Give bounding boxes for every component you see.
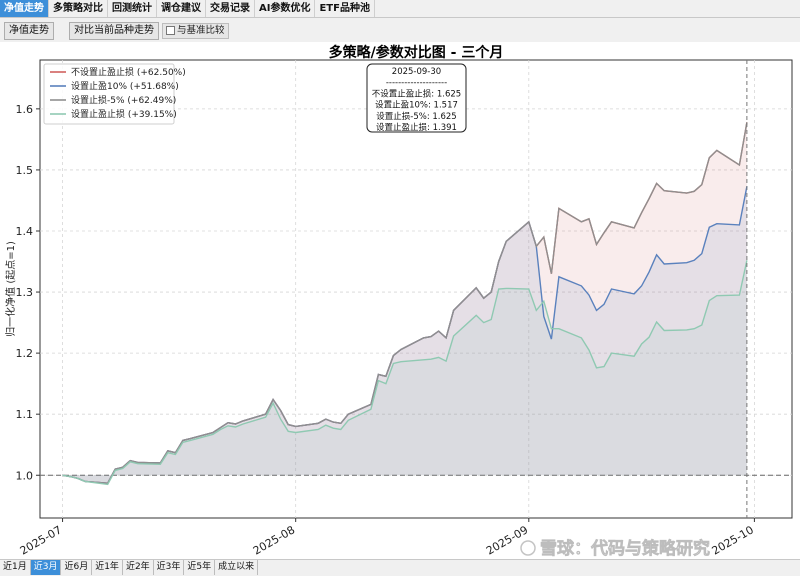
period-button-5[interactable]: 近3年 [154,560,185,575]
tab-6[interactable]: ETF品种池 [315,0,375,17]
period-selector: 近1月 近3月 近6月 近1年 近2年 近3年 近5年 成立以来 [0,559,800,576]
tab-3[interactable]: 调仓建议 [157,0,206,17]
tooltip-line-2: 不设置止盈止损: 1.625 [372,88,461,99]
tooltip-line-1: -------------------- [386,78,447,88]
y-tick-label: 1.5 [16,164,34,177]
chart-title: 多策略/参数对比图 - 三个月 [329,44,504,61]
legend-label-1: 设置止盈10% (+51.68%) [71,80,179,92]
period-button-0[interactable]: 近1月 [0,560,31,575]
legend-label-3: 设置止盈止损 (+39.15%) [71,108,177,120]
period-button-7[interactable]: 成立以来 [215,560,259,575]
benchmark-compare-label: 与基准比较 [177,25,225,36]
period-button-3[interactable]: 近1年 [92,560,123,575]
x-tick-label: 2025-07 [18,523,64,557]
tooltip-line-0: 2025-09-30 [392,67,441,77]
y-tick-label: 1.4 [16,225,34,238]
period-button-2[interactable]: 近6月 [61,560,93,575]
y-tick-label: 1.0 [16,469,34,482]
period-button-4[interactable]: 近2年 [123,560,154,575]
legend-label-2: 设置止损-5% (+62.49%) [71,94,176,106]
watermark-text: 雪球：代码与策略研究 [540,538,710,559]
benchmark-compare-checkbox[interactable]: 与基准比较 [162,23,229,39]
watermark-logo-icon [520,540,536,556]
nav-comparison-chart: 1.0 1.1 1.2 1.3 1.4 1.5 1.6 2025-07 2025-08 2025-… [4,44,793,559]
tooltip-line-3: 设置止盈10%: 1.517 [375,100,458,111]
chart-area: 1.0 1.1 1.2 1.3 1.4 1.5 1.6 2025-07 2025-08 2025-… [0,42,800,560]
tab-4[interactable]: 交易记录 [206,0,255,17]
tooltip-line-5: 设置止盈止损: 1.391 [376,122,457,133]
tab-5[interactable]: AI参数优化 [255,0,316,17]
tooltip-line-4: 设置止损-5%: 1.625 [376,111,456,122]
period-button-1[interactable]: 近3月 [30,560,62,575]
y-tick-label: 1.2 [16,347,34,360]
y-tick-label: 1.3 [16,286,34,299]
x-tick-label: 2025-08 [251,523,297,557]
period-button-6[interactable]: 近5年 [184,560,216,575]
tab-2[interactable]: 回测统计 [108,0,157,17]
legend-label-0: 不设置止盈止损 (+62.50%) [71,66,186,78]
main-tab-bar: 净值走势 多策略对比 回测统计 调仓建议 交易记录 AI参数优化 ETF品种池 [0,0,800,18]
tab-1[interactable]: 多策略对比 [49,0,108,17]
y-axis-label: 归一化净值 (起点=1) [4,241,17,337]
toolbar: 净值走势 对比当前品种走势 与基准比较 [0,18,800,42]
checkbox-icon[interactable] [166,26,175,35]
nav-chart-button[interactable]: 净值走势 [4,22,54,40]
tab-0[interactable]: 净值走势 [0,0,49,17]
y-tick-label: 1.1 [16,408,34,421]
x-tick-label: 2025-10 [710,523,756,557]
y-tick-label: 1.6 [16,103,34,116]
compare-current-button[interactable]: 对比当前品种走势 [69,22,159,40]
